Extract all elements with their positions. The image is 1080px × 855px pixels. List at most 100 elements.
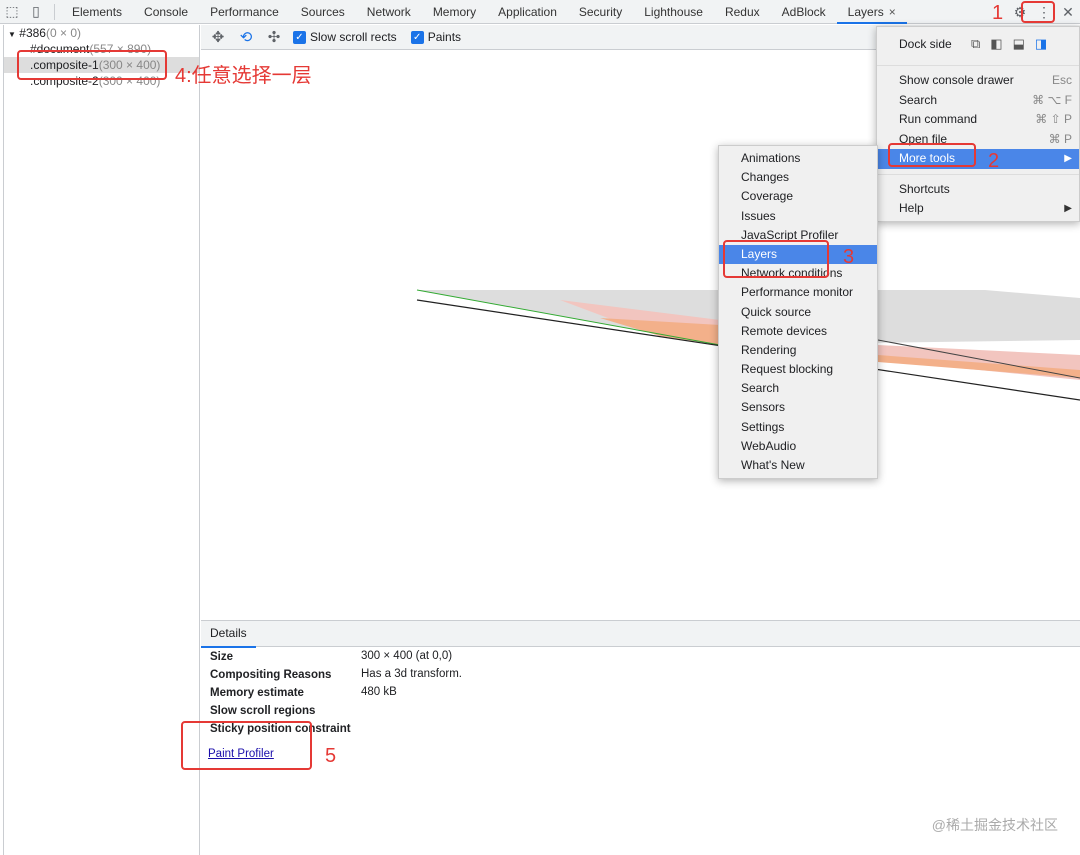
divider	[877, 65, 1079, 66]
tab-security[interactable]: Security	[568, 0, 633, 24]
tab-layers[interactable]: Layers ×	[836, 0, 907, 24]
checkbox-label: Paints	[427, 30, 462, 44]
pan-mode-icon[interactable]: ✥	[207, 28, 229, 46]
menu-item-label: Search	[899, 92, 938, 107]
divider	[877, 173, 1079, 175]
tab-network[interactable]: Network	[356, 0, 422, 24]
tab-label: AdBlock	[781, 4, 826, 19]
tab-label: Layers	[847, 4, 884, 19]
close-tab-icon[interactable]: ×	[889, 5, 896, 19]
menu-item-search[interactable]: Search ⌘ ⌥ F	[877, 91, 1079, 111]
menu-item-label: Help	[899, 201, 924, 215]
dock-bottom-icon[interactable]: ⬓	[1013, 27, 1025, 61]
more-tools-item-webaudio[interactable]: WebAudio	[719, 437, 877, 456]
tab-label: Application	[498, 4, 557, 19]
more-tools-item-search[interactable]: Search	[719, 379, 877, 398]
shortcut: ⌘ ⌥ F	[1032, 92, 1072, 107]
more-tools-item-request-blocking[interactable]: Request blocking	[719, 360, 877, 379]
inspect-element-icon[interactable]: ⬚	[0, 3, 24, 20]
menu-item-help[interactable]: Help ▶	[877, 199, 1079, 219]
checkbox-label: Slow scroll rects	[310, 30, 397, 44]
reset-transform-icon[interactable]: ✣	[263, 28, 285, 46]
menu-item-show-console-drawer[interactable]: Show console drawer Esc	[877, 71, 1079, 91]
annotation-label-5: 5	[325, 745, 337, 767]
more-tools-item-what-s-new[interactable]: What's New	[719, 456, 877, 475]
tab-label: Sources	[300, 4, 345, 19]
dock-right-icon[interactable]: ◨	[1035, 27, 1047, 61]
undock-icon[interactable]: ⧉	[971, 27, 980, 61]
tab-application[interactable]: Application	[487, 0, 568, 24]
submenu-arrow-icon: ▶	[1064, 203, 1072, 214]
more-tools-item-changes[interactable]: Changes	[719, 168, 877, 187]
rotate-mode-icon[interactable]: ⟲	[235, 28, 257, 46]
detail-value: 480 kB	[361, 686, 397, 698]
annotation-box-2	[888, 143, 976, 167]
annotation-label-4: 4:任意选择一层	[175, 65, 312, 87]
annotation-box-5	[181, 721, 312, 770]
slow-scroll-rects-checkbox[interactable]: ✓ Slow scroll rects	[293, 30, 397, 44]
devtools-tab-bar: ⬚ ▯ Elements Console Performance Sources Net…	[0, 0, 1080, 24]
layer-tree-panel: ▼ #386(0 × 0) #document(557 × 890) .compo…	[3, 25, 200, 855]
annotation-box-4	[17, 50, 167, 80]
more-tools-item-coverage[interactable]: Coverage	[719, 187, 877, 206]
tab-adblock[interactable]: AdBlock	[771, 0, 837, 24]
paints-checkbox[interactable]: ✓ Paints	[410, 30, 462, 44]
tab-sources[interactable]: Sources	[290, 0, 356, 24]
dock-side-row: Dock side ⧉ ◧ ⬓ ◨	[877, 27, 1079, 61]
more-tools-item-settings[interactable]: Settings	[719, 418, 877, 437]
menu-item-label: Show console drawer	[899, 73, 1014, 87]
more-tools-item-remote-devices[interactable]: Remote devices	[719, 322, 877, 341]
tab-label: Performance	[210, 4, 279, 19]
more-tools-item-quick-source[interactable]: Quick source	[719, 303, 877, 322]
device-toolbar-icon[interactable]: ▯	[24, 3, 48, 20]
more-tools-item-sensors[interactable]: Sensors	[719, 398, 877, 417]
tab-lighthouse[interactable]: Lighthouse	[633, 0, 714, 24]
shortcut: ⌘ P	[1048, 131, 1072, 146]
more-tools-item-rendering[interactable]: Rendering	[719, 341, 877, 360]
layer-size: (0 × 0)	[45, 26, 81, 40]
shortcut: ⌘ ⇧ P	[1035, 112, 1072, 126]
dock-side-label: Dock side	[899, 37, 952, 51]
divider	[54, 3, 55, 20]
tab-performance[interactable]: Performance	[199, 0, 290, 24]
tab-details[interactable]: Details	[201, 621, 256, 648]
detail-label: Compositing Reasons	[210, 669, 332, 681]
expand-triangle-icon[interactable]: ▼	[8, 30, 16, 39]
close-devtools-icon[interactable]: ✕	[1056, 4, 1080, 21]
shortcut: Esc	[1051, 73, 1072, 87]
dock-left-icon[interactable]: ◧	[990, 27, 1002, 61]
more-tools-submenu: Animations Changes Coverage Issues JavaScrip…	[718, 145, 878, 480]
layer-tree-root[interactable]: ▼ #386(0 × 0)	[4, 25, 199, 41]
more-tools-item-issues[interactable]: Issues	[719, 207, 877, 226]
checkbox-checked-icon[interactable]: ✓	[410, 30, 424, 44]
annotation-label-3: 3	[843, 246, 855, 268]
tab-label: Security	[578, 4, 623, 19]
tab-label: Memory	[432, 4, 477, 19]
detail-value: 300 × 400 (at 0,0)	[361, 650, 453, 662]
watermark: @稀土掘金技术社区	[931, 817, 1058, 833]
more-tools-item-animations[interactable]: Animations	[719, 149, 877, 168]
checkbox-checked-icon[interactable]: ✓	[293, 30, 306, 44]
menu-item-label: Run command	[899, 112, 978, 126]
menu-item-run-command[interactable]: Run command ⌘ ⇧ P	[877, 110, 1079, 130]
detail-label: Memory estimate	[210, 687, 304, 699]
annotation-label-2: 2	[988, 150, 1000, 172]
detail-value: Has a 3d transform.	[361, 668, 462, 680]
tab-label: Console	[144, 4, 189, 19]
tab-redux[interactable]: Redux	[714, 0, 771, 24]
more-tools-item-performance-monitor[interactable]: Performance monitor	[719, 283, 877, 302]
tab-label: Elements	[72, 4, 123, 19]
annotation-box-1	[1021, 1, 1055, 23]
menu-item-shortcuts[interactable]: Shortcuts	[877, 180, 1079, 200]
detail-label: Size	[210, 651, 234, 663]
tab-elements[interactable]: Elements	[61, 0, 133, 24]
tab-console[interactable]: Console	[133, 0, 199, 24]
detail-label: Slow scroll regions	[210, 705, 316, 717]
tab-label: Redux	[724, 4, 760, 19]
tab-label: Network	[366, 4, 411, 19]
main-menu: Dock side ⧉ ◧ ⬓ ◨ Show console drawer Esc…	[876, 26, 1080, 222]
tab-memory[interactable]: Memory	[422, 0, 487, 24]
menu-item-label: Shortcuts	[899, 181, 950, 196]
annotation-box-3	[723, 240, 829, 278]
annotation-label-1: 1	[992, 2, 1004, 24]
